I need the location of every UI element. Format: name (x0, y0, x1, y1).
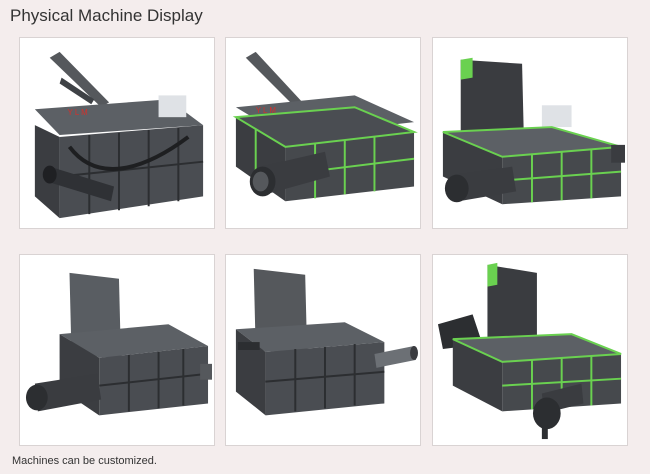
page-title: Physical Machine Display (10, 6, 203, 25)
machine-photo-5 (226, 255, 420, 445)
machine-photo-2: Y L M (226, 38, 420, 228)
gallery-card-1[interactable]: Y L M (19, 37, 215, 229)
gallery-card-5[interactable] (225, 254, 421, 446)
footer-note: Machines can be customized. (12, 455, 157, 467)
machine-photo-4 (20, 255, 214, 445)
machine-photo-6 (433, 255, 627, 445)
gallery-card-4[interactable] (19, 254, 215, 446)
gallery-card-3[interactable] (432, 37, 628, 229)
machine-photo-3 (433, 38, 627, 228)
machine-photo-1: Y L M (20, 38, 214, 228)
gallery-card-6[interactable] (432, 254, 628, 446)
machine-gallery: Y L M Y L M (19, 37, 628, 446)
gallery-card-2[interactable]: Y L M (225, 37, 421, 229)
svg-text:Y L M: Y L M (68, 108, 88, 117)
